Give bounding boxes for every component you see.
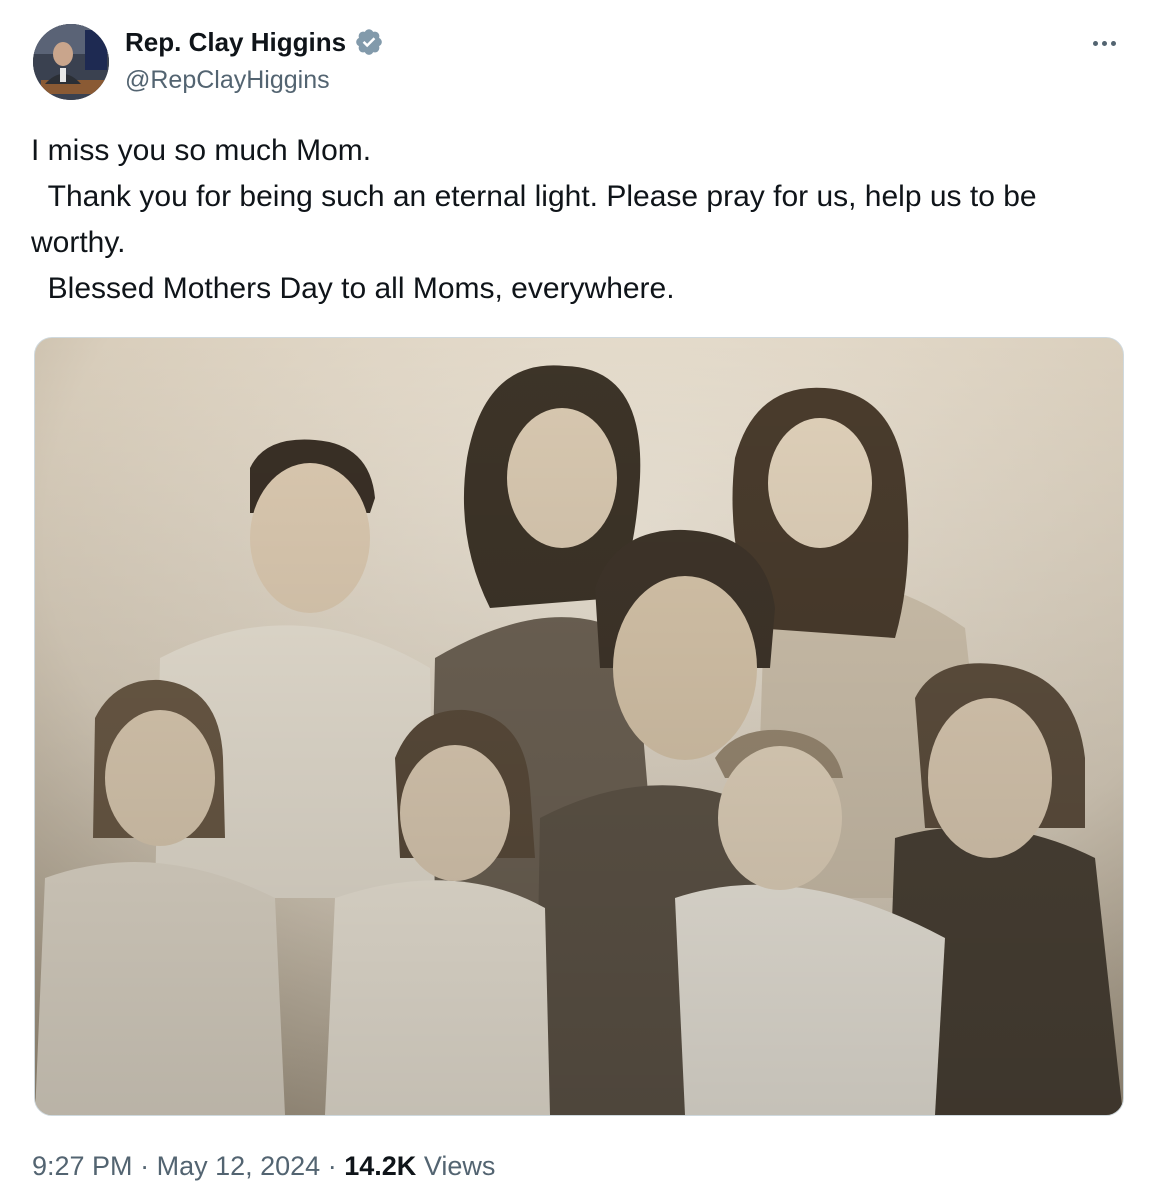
tweet-meta: 9:27 PM · May 12, 2024 · 14.2K Views xyxy=(32,1148,495,1184)
more-options-button[interactable] xyxy=(1082,28,1126,58)
author-handle[interactable]: @RepClayHiggins xyxy=(125,64,330,96)
tweet-text-line: Blessed Mothers Day to all Moms, everywh… xyxy=(31,272,675,305)
tweet-time-link[interactable]: 9:27 PM xyxy=(32,1151,133,1181)
verified-badge-icon xyxy=(354,27,384,57)
more-dot-icon xyxy=(1110,40,1116,46)
tweet-text-line: Thank you for being such an eternal ligh… xyxy=(31,180,1045,259)
more-dot-icon xyxy=(1101,40,1107,46)
author-display-name[interactable]: Rep. Clay Higgins xyxy=(125,26,346,58)
tweet-photo[interactable] xyxy=(34,337,1124,1116)
tweet-text: I miss you so much Mom. Thank you for be… xyxy=(31,128,1126,312)
tweet-card: Rep. Clay Higgins @RepClayHiggins I miss… xyxy=(0,0,1151,1200)
tweet-date-link[interactable]: May 12, 2024 xyxy=(157,1151,321,1181)
views-count: 14.2K xyxy=(344,1151,417,1181)
tweet-text-line: I miss you so much Mom. xyxy=(31,134,372,167)
more-dot-icon xyxy=(1092,40,1098,46)
views-label: Views xyxy=(423,1151,496,1181)
author-avatar[interactable] xyxy=(33,24,109,100)
meta-separator: · xyxy=(140,1151,150,1181)
meta-separator: · xyxy=(327,1151,337,1181)
author-name-row: Rep. Clay Higgins xyxy=(125,26,384,58)
